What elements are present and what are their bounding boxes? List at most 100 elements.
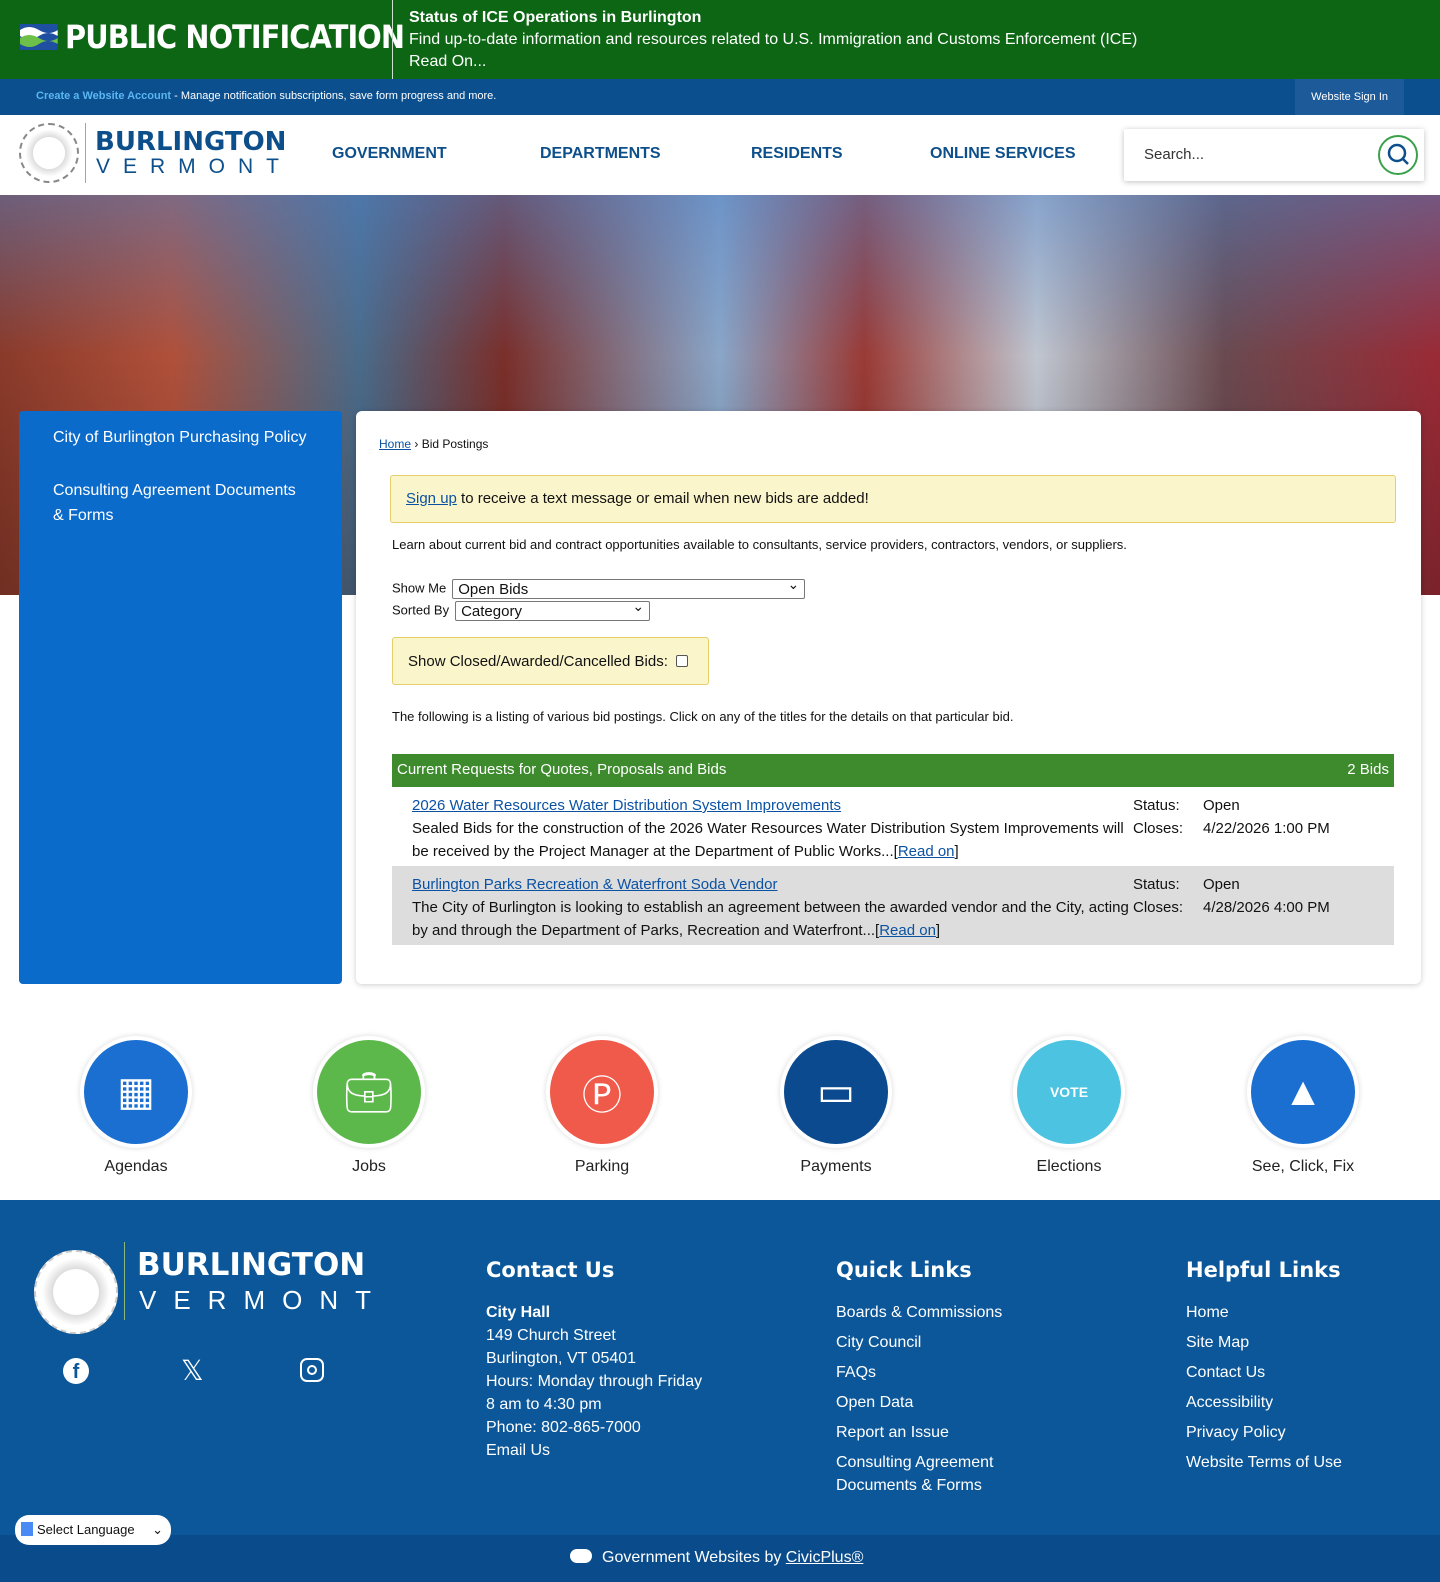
tile-agendas[interactable]: ▦ Agendas [36,1040,236,1176]
quick-link[interactable]: Consulting Agreement Documents & Forms [836,1451,1026,1497]
civicplus-link[interactable]: CivicPlus® [786,1549,864,1566]
tile-jobs[interactable]: 💼︎ Jobs [269,1040,469,1176]
bid-title-link[interactable]: 2026 Water Resources Water Distribution … [412,797,841,814]
breadcrumb-sep: › [411,437,422,451]
tile-label: Elections [1036,1158,1102,1175]
tile-parking[interactable]: Ⓟ Parking [502,1040,702,1176]
show-me-label: Show Me [392,580,447,596]
sidebar: City of Burlington Purchasing Policy Con… [19,411,342,984]
search-icon [1387,143,1409,165]
show-closed-box: Show Closed/Awarded/Cancelled Bids: [392,637,709,685]
search-input[interactable]: Search... [1144,146,1204,163]
closes-label: Closes: [1133,899,1184,916]
quick-link[interactable]: Report an Issue [836,1421,1026,1444]
bid-closes: 4/28/2026 4:00 PM [1203,899,1330,916]
site-header: BURLINGTON VERMONT GOVERNMENT DEPARTMENT… [0,115,1440,195]
bid-description: Sealed Bids for the construction of the … [412,820,1124,860]
helpful-link[interactable]: Home [1186,1301,1342,1324]
logo-burlington[interactable]: BURLINGTON [95,127,286,157]
bid-row: Burlington Parks Recreation & Waterfront… [392,866,1394,945]
quick-links: Boards & Commissions City Council FAQs O… [836,1301,1026,1504]
breadcrumb: Home › Bid Postings [379,437,488,451]
tile-see-click-fix[interactable]: ▲ See, Click, Fix [1203,1040,1403,1176]
nav-government[interactable]: GOVERNMENT [332,145,447,163]
alert-title[interactable]: Status of ICE Operations in Burlington [409,7,1137,29]
parking-icon: Ⓟ [550,1040,654,1144]
civicplus-logo-icon [570,1549,592,1563]
helpful-link[interactable]: Site Map [1186,1331,1342,1354]
traffic-cone-icon: ▲ [1251,1040,1355,1144]
contact-heading: Contact Us [486,1258,615,1282]
helpful-links: Home Site Map Contact Us Accessibility P… [1186,1301,1342,1481]
sorted-by-select[interactable]: Category [455,598,651,621]
nav-departments[interactable]: DEPARTMENTS [540,145,661,163]
alert-text: Find up-to-date information and resource… [409,31,1138,48]
language-label: Select Language [37,1522,135,1537]
closes-label: Closes: [1133,820,1184,837]
quick-links-heading: Quick Links [836,1258,972,1282]
search-button[interactable] [1378,135,1418,175]
search-box[interactable]: Search... [1124,129,1424,181]
footer-logo-burlington: BURLINGTON [137,1247,366,1283]
credit-card-icon: ▭ [784,1040,888,1144]
quick-link[interactable]: Open Data [836,1391,1026,1414]
contact-line: 149 Church Street [486,1327,616,1344]
main-content: Home › Bid Postings Sign up to receive a… [356,411,1421,984]
tile-label: Payments [800,1158,872,1175]
language-select[interactable]: Select Language ⌄ [15,1515,171,1545]
footer-logo-vermont: VERMONT [139,1285,388,1315]
google-translate-icon [21,1522,33,1536]
quick-link[interactable]: FAQs [836,1361,1026,1384]
flag-wave-icon [20,24,58,50]
tile-payments[interactable]: ▭ Payments [736,1040,936,1176]
bid-description: The City of Burlington is looking to est… [412,899,1129,939]
x-twitter-icon[interactable]: 𝕏 [181,1354,204,1387]
logo-vermont: VERMONT [96,155,292,178]
tile-label: Agendas [104,1158,168,1175]
helpful-links-heading: Helpful Links [1186,1258,1341,1282]
instagram-icon[interactable] [300,1358,324,1382]
sign-up-link[interactable]: Sign up [406,490,457,507]
read-on-link[interactable]: Read On... [409,51,1137,73]
bottom-bar: Government Websites by CivicPlus® [0,1535,1440,1582]
footer: BURLINGTON VERMONT f 𝕏 Contact Us City H… [0,1200,1440,1535]
nav-online-services[interactable]: ONLINE SERVICES [930,145,1076,163]
bid-status: Open [1203,797,1240,814]
bid-row: 2026 Water Resources Water Distribution … [392,787,1394,866]
chevron-down-icon: ⌄ [152,1522,163,1537]
helpful-link[interactable]: Privacy Policy [1186,1421,1342,1444]
read-on-link[interactable]: Read on [898,843,955,860]
quick-link[interactable]: Boards & Commissions [836,1301,1026,1324]
sign-in-button[interactable]: Website Sign In [1295,79,1404,115]
footer-city-seal [34,1250,118,1334]
read-on-link[interactable]: Read on [879,922,936,939]
helpful-link[interactable]: Contact Us [1186,1361,1342,1384]
tile-elections[interactable]: VOTE Elections [969,1040,1169,1176]
bid-status: Open [1203,876,1240,893]
show-closed-label: Show Closed/Awarded/Cancelled Bids: [408,653,668,670]
breadcrumb-home[interactable]: Home [379,437,411,451]
ballot-box-icon: VOTE [1017,1040,1121,1144]
bid-closes: 4/22/2026 1:00 PM [1203,820,1330,837]
bids-table-header: Current Requests for Quotes, Proposals a… [392,754,1394,787]
tile-label: Parking [574,1158,630,1175]
email-us-link[interactable]: Email Us [486,1439,702,1462]
powered-by-text: Government Websites by [602,1549,786,1566]
show-closed-checkbox[interactable] [675,655,688,667]
breadcrumb-current: Bid Postings [421,437,489,451]
show-me-select[interactable]: Open Bids [452,576,806,599]
facebook-icon[interactable]: f [63,1358,89,1384]
sidebar-item-purchasing-policy[interactable]: City of Burlington Purchasing Policy [53,425,308,450]
account-text: - Manage notification subscriptions, sav… [171,90,497,102]
city-seal-logo[interactable] [19,123,79,183]
tile-label: See, Click, Fix [1251,1158,1355,1175]
listing-text: The following is a listing of various bi… [392,709,1014,724]
nav-residents[interactable]: RESIDENTS [751,145,843,163]
quick-link[interactable]: City Council [836,1331,1026,1354]
create-account-link[interactable]: Create a Website Account [36,90,171,102]
bid-title-link[interactable]: Burlington Parks Recreation & Waterfront… [412,876,777,893]
signup-notice: Sign up to receive a text message or ema… [390,475,1396,523]
helpful-link[interactable]: Website Terms of Use [1186,1451,1342,1474]
sidebar-item-consulting-agreement[interactable]: Consulting Agreement Documents & Forms [53,478,308,528]
helpful-link[interactable]: Accessibility [1186,1391,1342,1414]
